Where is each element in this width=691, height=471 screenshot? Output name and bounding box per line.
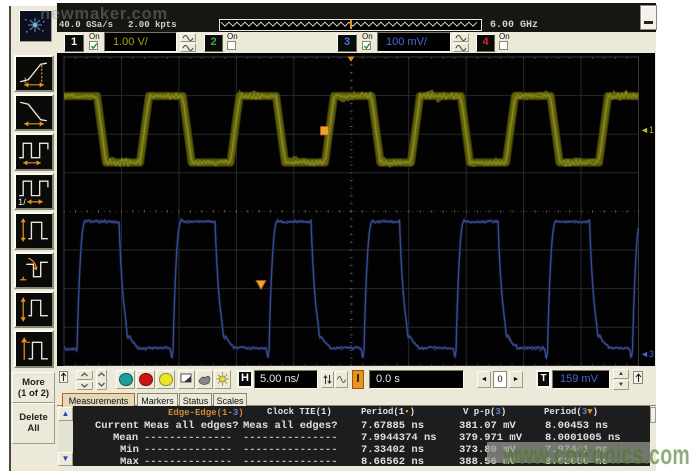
svg-text:◄1: ◄1 (640, 125, 654, 135)
svg-text:◄3: ◄3 (640, 349, 654, 359)
svg-text:1/: 1/ (18, 197, 26, 207)
